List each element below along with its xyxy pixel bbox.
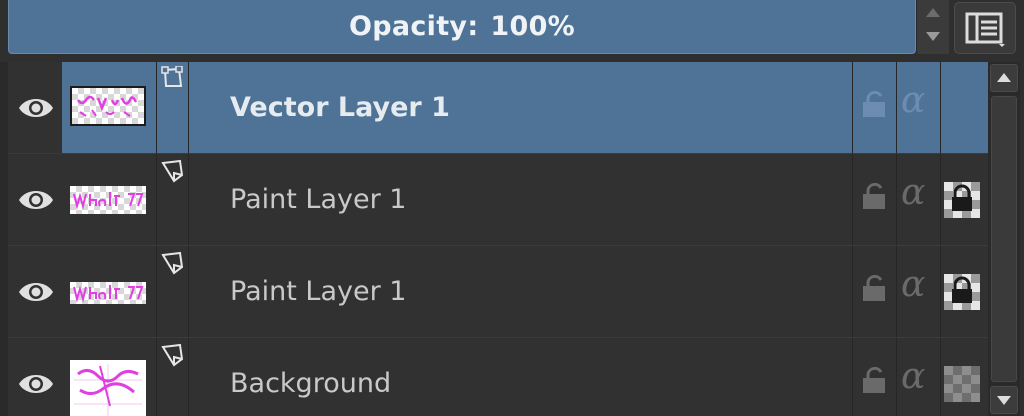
eye-icon[interactable] — [16, 92, 56, 124]
selection-highlight — [62, 62, 988, 153]
arrow-down-icon — [997, 396, 1011, 405]
layer-thumbnail — [70, 360, 146, 416]
layer-name[interactable]: Paint Layer 1 — [230, 154, 406, 245]
arrow-up-icon — [997, 73, 1011, 82]
spin-down-icon[interactable] — [926, 32, 940, 41]
layer-list[interactable]: Vector Layer 1 α Paint Layer 1 α Paint L… — [8, 62, 988, 416]
inherit-alpha-icon[interactable] — [944, 274, 980, 310]
opacity-value: 100% — [490, 11, 576, 42]
scroll-up-button[interactable] — [990, 64, 1018, 92]
alpha-lock-icon[interactable]: α — [901, 356, 925, 397]
paint-layer-icon — [161, 159, 184, 183]
alpha-lock-icon[interactable]: α — [901, 264, 925, 305]
scroll-down-button[interactable] — [990, 386, 1018, 414]
scroll-thumb[interactable] — [991, 96, 1017, 382]
layer-row[interactable]: Paint Layer 1 α — [8, 154, 988, 246]
alpha-lock-icon[interactable]: α — [901, 80, 925, 121]
layer-thumbnail — [70, 186, 146, 214]
layer-list-scrollbar[interactable] — [988, 62, 1020, 416]
layer-thumbnail — [70, 86, 146, 126]
lock-icon[interactable] — [860, 366, 888, 396]
paint-layer-icon — [161, 251, 184, 275]
alpha-lock-icon[interactable]: α — [901, 172, 925, 213]
view-mode-button[interactable] — [954, 2, 1016, 54]
layer-name[interactable]: Paint Layer 1 — [230, 246, 406, 337]
opacity-spinbox-buttons[interactable] — [916, 0, 949, 54]
layer-row[interactable]: Paint Layer 1 α — [8, 246, 988, 338]
eye-icon[interactable] — [16, 368, 56, 400]
lock-icon[interactable] — [860, 90, 888, 120]
panel-edge — [0, 62, 8, 416]
layer-row[interactable]: Background α — [8, 338, 988, 416]
inherit-alpha-icon[interactable] — [944, 366, 980, 402]
lock-icon[interactable] — [860, 182, 888, 212]
layer-name[interactable]: Vector Layer 1 — [230, 62, 450, 153]
eye-icon[interactable] — [16, 276, 56, 308]
layer-name[interactable]: Background — [230, 338, 391, 416]
list-view-icon — [965, 12, 1005, 47]
paint-layer-icon — [161, 343, 184, 367]
opacity-label: Opacity: — [348, 11, 479, 42]
spin-up-icon[interactable] — [926, 8, 940, 17]
eye-icon[interactable] — [16, 184, 56, 216]
layer-row[interactable]: Vector Layer 1 α — [8, 62, 988, 154]
opacity-slider[interactable]: Opacity: 100% — [8, 0, 916, 54]
layer-thumbnail — [70, 282, 146, 304]
lock-icon[interactable] — [860, 274, 888, 304]
vector-shape-icon — [161, 66, 183, 87]
inherit-alpha-icon[interactable] — [944, 182, 980, 218]
